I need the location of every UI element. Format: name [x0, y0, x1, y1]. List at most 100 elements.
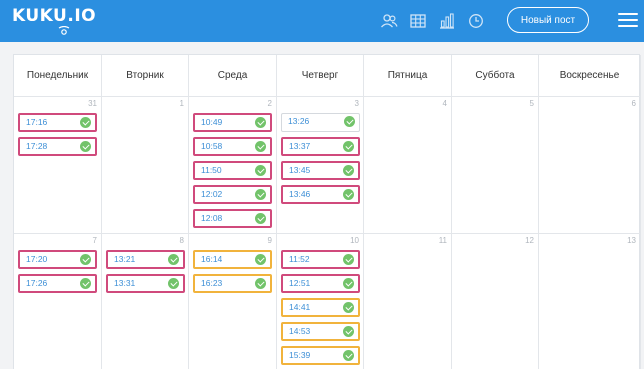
- logo-bell-icon: [58, 26, 70, 35]
- check-icon: [255, 254, 266, 265]
- post-time: 13:46: [289, 189, 311, 199]
- check-icon: [255, 117, 266, 128]
- check-icon: [343, 189, 354, 200]
- day-number: 3: [354, 99, 359, 108]
- scheduled-post[interactable]: 16:14: [193, 250, 272, 269]
- day-cell[interactable]: 10 11:52 12:51 14:41 14:53 15:39: [277, 234, 364, 369]
- day-cell[interactable]: 12: [452, 234, 539, 369]
- check-icon: [80, 278, 91, 289]
- day-number: 4: [442, 99, 447, 108]
- day-number: 1: [179, 99, 184, 108]
- weekday-header: Четверг: [277, 55, 364, 97]
- check-icon: [255, 165, 266, 176]
- check-icon: [255, 213, 266, 224]
- post-time: 12:08: [201, 213, 223, 223]
- check-icon: [343, 141, 354, 152]
- day-cell[interactable]: 5: [452, 97, 539, 234]
- logo[interactable]: KUKU.IO: [12, 6, 96, 26]
- table-icon[interactable]: [409, 12, 427, 30]
- weekday-header: Понедельник: [14, 55, 102, 97]
- day-number: 10: [350, 236, 359, 245]
- scheduled-post[interactable]: 17:16: [18, 113, 97, 132]
- post-time: 13:21: [114, 254, 136, 264]
- post-time: 16:23: [201, 278, 223, 288]
- day-cell[interactable]: 9 16:14 16:23: [189, 234, 277, 369]
- day-number: 7: [92, 236, 97, 245]
- post-time: 15:39: [289, 350, 311, 360]
- day-cell[interactable]: 1: [102, 97, 189, 234]
- post-time: 17:16: [26, 117, 48, 127]
- check-icon: [168, 254, 179, 265]
- post-time: 13:26: [288, 116, 310, 126]
- day-number: 12: [525, 236, 534, 245]
- post-time: 17:26: [26, 278, 48, 288]
- day-number: 6: [631, 99, 636, 108]
- scheduled-post[interactable]: 14:41: [281, 298, 360, 317]
- scheduled-post[interactable]: 17:28: [18, 137, 97, 156]
- day-number: 11: [438, 236, 447, 245]
- post-time: 12:02: [201, 189, 223, 199]
- day-number: 31: [88, 99, 97, 108]
- weekday-header: Среда: [189, 55, 277, 97]
- post-time: 13:37: [289, 141, 311, 151]
- scheduled-post[interactable]: 17:20: [18, 250, 97, 269]
- post-time: 17:20: [26, 254, 48, 264]
- scheduled-post[interactable]: 13:21: [106, 250, 185, 269]
- scheduled-post[interactable]: 11:52: [281, 250, 360, 269]
- scheduled-post[interactable]: 13:26: [281, 113, 360, 132]
- chart-icon[interactable]: [438, 12, 456, 30]
- top-bar: KUKU.IO Новый пост: [0, 0, 644, 42]
- weekday-header: Воскресенье: [539, 55, 641, 97]
- scheduled-post[interactable]: 11:50: [193, 161, 272, 180]
- weekday-header: Суббота: [452, 55, 539, 97]
- post-time: 14:41: [289, 302, 311, 312]
- post-time: 13:31: [114, 278, 136, 288]
- scheduled-post[interactable]: 17:26: [18, 274, 97, 293]
- clock-icon[interactable]: [467, 12, 485, 30]
- users-icon[interactable]: [380, 12, 398, 30]
- check-icon: [343, 350, 354, 361]
- scheduled-post[interactable]: 12:02: [193, 185, 272, 204]
- menu-icon[interactable]: [618, 13, 638, 28]
- check-icon: [344, 116, 355, 127]
- scheduled-post[interactable]: 14:53: [281, 322, 360, 341]
- calendar-grid: Понедельник Вторник Среда Четверг Пятница Суб…: [13, 54, 641, 369]
- scheduled-post[interactable]: 15:39: [281, 346, 360, 365]
- check-icon: [80, 117, 91, 128]
- day-number: 9: [267, 236, 272, 245]
- check-icon: [255, 141, 266, 152]
- day-number: 2: [267, 99, 272, 108]
- post-time: 17:28: [26, 141, 48, 151]
- post-time: 16:14: [201, 254, 223, 264]
- weekday-header: Вторник: [102, 55, 189, 97]
- post-time: 12:51: [289, 278, 311, 288]
- new-post-button[interactable]: Новый пост: [507, 7, 589, 33]
- day-cell[interactable]: 6: [539, 97, 641, 234]
- post-time: 14:53: [289, 326, 311, 336]
- check-icon: [343, 278, 354, 289]
- scheduled-post[interactable]: 12:51: [281, 274, 360, 293]
- day-cell[interactable]: 3 13:26 13:37 13:45 13:46: [277, 97, 364, 234]
- day-cell[interactable]: 13: [539, 234, 641, 369]
- day-number: 8: [179, 236, 184, 245]
- post-time: 10:58: [201, 141, 223, 151]
- day-cell[interactable]: 7 17:20 17:26: [14, 234, 102, 369]
- day-cell[interactable]: 2 10:49 10:58 11:50 12:02 12:08: [189, 97, 277, 234]
- scheduled-post[interactable]: 16:23: [193, 274, 272, 293]
- check-icon: [343, 326, 354, 337]
- day-cell[interactable]: 31 17:16 17:28: [14, 97, 102, 234]
- day-cell[interactable]: 4: [364, 97, 452, 234]
- scheduled-post[interactable]: 13:31: [106, 274, 185, 293]
- day-cell[interactable]: 8 13:21 13:31: [102, 234, 189, 369]
- scheduled-post[interactable]: 12:08: [193, 209, 272, 228]
- post-time: 10:49: [201, 117, 223, 127]
- scheduled-post[interactable]: 13:45: [281, 161, 360, 180]
- scheduled-post[interactable]: 10:49: [193, 113, 272, 132]
- scheduled-post[interactable]: 13:37: [281, 137, 360, 156]
- check-icon: [168, 278, 179, 289]
- day-number: 13: [627, 236, 636, 245]
- scheduled-post[interactable]: 13:46: [281, 185, 360, 204]
- scheduled-post[interactable]: 10:58: [193, 137, 272, 156]
- day-number: 5: [529, 99, 534, 108]
- day-cell[interactable]: 11: [364, 234, 452, 369]
